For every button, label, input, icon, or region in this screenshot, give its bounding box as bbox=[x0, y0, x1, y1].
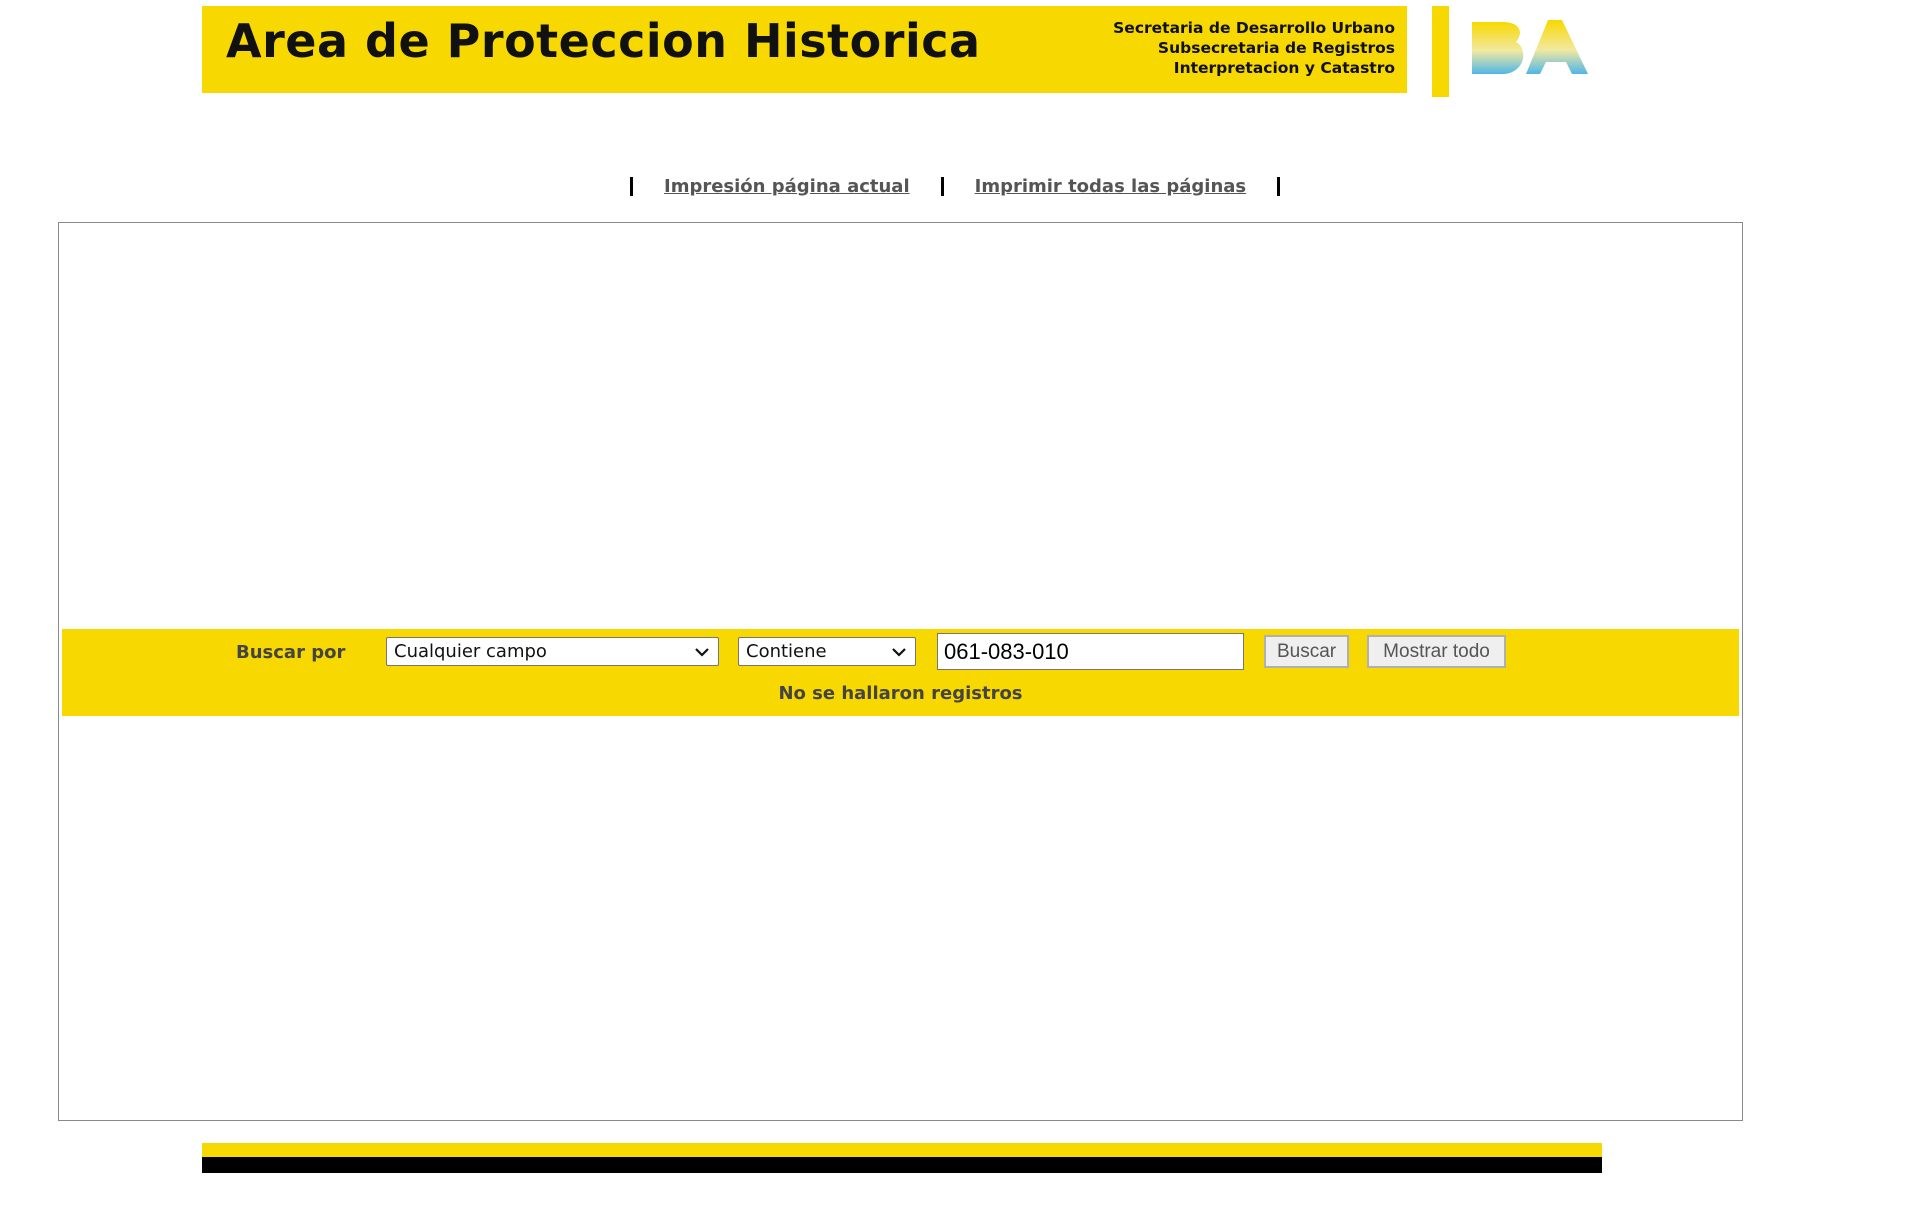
search-panel: Buscar por Cualquier campo Contiene Busc… bbox=[62, 629, 1739, 716]
header-banner: Area de Proteccion Historica Secretaria … bbox=[202, 6, 1407, 93]
footer-stripe-yellow bbox=[202, 1143, 1602, 1157]
chevron-down-icon bbox=[695, 648, 709, 657]
header-subtitle-1: Secretaria de Desarrollo Urbano bbox=[1113, 19, 1395, 37]
match-mode-value: Contiene bbox=[746, 641, 827, 662]
search-status-message: No se hallaron registros bbox=[778, 683, 1023, 704]
header-subtitle-2: Subsecretaria de Registros bbox=[1157, 39, 1395, 57]
search-button[interactable]: Buscar bbox=[1264, 635, 1349, 668]
footer-stripe-black bbox=[202, 1157, 1602, 1173]
ba-logo bbox=[1472, 20, 1588, 74]
header-divider-bar bbox=[1432, 6, 1449, 97]
link-separator bbox=[940, 176, 944, 196]
search-by-label: Buscar por bbox=[236, 642, 346, 663]
chevron-down-icon bbox=[892, 648, 906, 657]
header-subtitles: Secretaria de Desarrollo Urbano Subsecre… bbox=[1113, 18, 1395, 78]
header-subtitle-3: Interpretacion y Catastro bbox=[1173, 59, 1395, 77]
link-separator bbox=[630, 176, 633, 196]
field-select-value: Cualquier campo bbox=[394, 641, 547, 662]
content-frame: Buscar por Cualquier campo Contiene Busc… bbox=[58, 222, 1743, 1121]
field-select[interactable]: Cualquier campo bbox=[386, 637, 719, 666]
print-links: Impresión página actual Imprimir todas l… bbox=[630, 172, 1281, 200]
print-current-page-link[interactable]: Impresión página actual bbox=[664, 176, 910, 197]
search-input[interactable] bbox=[937, 633, 1244, 670]
page-title: Area de Proteccion Historica bbox=[226, 14, 981, 68]
page: Area de Proteccion Historica Secretaria … bbox=[0, 0, 1920, 1221]
link-separator bbox=[1277, 176, 1281, 196]
print-all-pages-link[interactable]: Imprimir todas las páginas bbox=[975, 176, 1247, 197]
match-mode-select[interactable]: Contiene bbox=[738, 637, 916, 666]
show-all-button[interactable]: Mostrar todo bbox=[1367, 635, 1506, 668]
